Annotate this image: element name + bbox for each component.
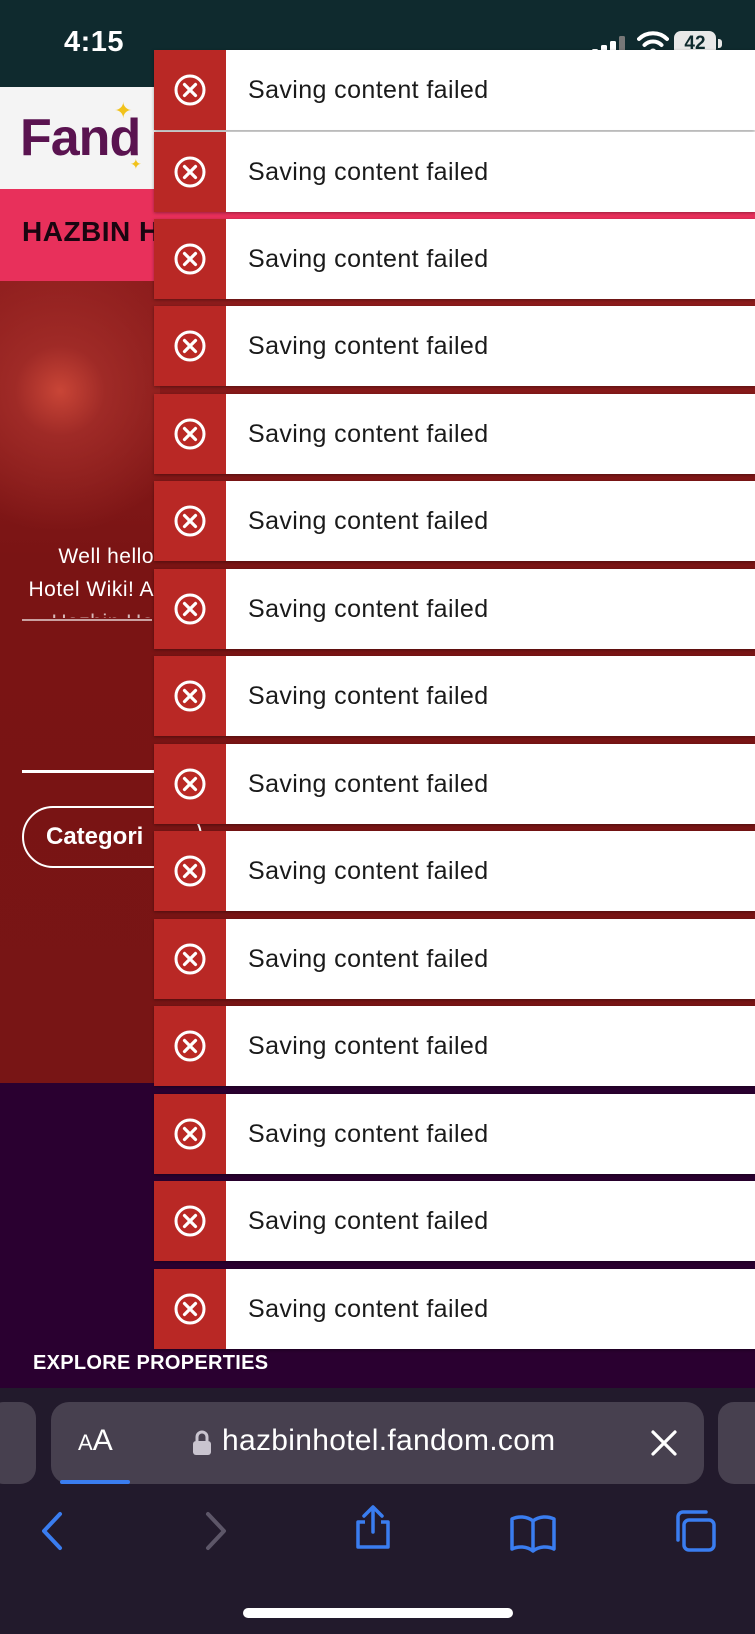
error-circle-x-icon (174, 330, 206, 362)
status-time: 4:15 (64, 26, 125, 58)
toast-icon-box (154, 1181, 226, 1261)
sparkle-icon: ✦ (130, 156, 142, 172)
reader-options-button[interactable]: AA (78, 1424, 113, 1458)
toast-message: Saving content failed (248, 1207, 489, 1235)
toast-message: Saving content failed (248, 420, 489, 448)
error-toast[interactable]: Saving content failed (154, 1006, 755, 1086)
toast-message: Saving content failed (248, 1032, 489, 1060)
wiki-title[interactable]: HAZBIN H (22, 216, 160, 248)
error-circle-x-icon (174, 1293, 206, 1325)
toast-icon-box (154, 831, 226, 911)
intro-line: Hotel Wiki! A (28, 578, 154, 601)
divider (22, 619, 152, 621)
share-icon[interactable] (350, 1504, 396, 1550)
toast-icon-box (154, 744, 226, 824)
sparkle-icon: ✦ (114, 98, 133, 123)
error-toast[interactable]: Saving content failed (154, 1269, 755, 1349)
intro-line: Well hello (58, 545, 154, 568)
toast-message: Saving content failed (248, 76, 489, 104)
toast-message: Saving content failed (248, 945, 489, 973)
explore-properties-heading: EXPLORE PROPERTIES (33, 1352, 269, 1374)
error-toast[interactable]: Saving content failed (154, 219, 755, 299)
toast-icon-box (154, 481, 226, 561)
wiki-intro: Well hello Hotel Wiki! A Hazbin Ho (24, 540, 154, 618)
back-chevron-icon[interactable] (30, 1508, 76, 1554)
bookmarks-icon[interactable] (510, 1510, 556, 1556)
error-circle-x-icon (174, 418, 206, 450)
toast-message: Saving content failed (248, 682, 489, 710)
home-indicator (243, 1608, 513, 1618)
error-toast[interactable]: Saving content failed (154, 394, 755, 474)
toast-message: Saving content failed (248, 245, 489, 273)
toast-message: Saving content failed (248, 332, 489, 360)
page-load-progress (60, 1480, 130, 1484)
error-circle-x-icon (174, 74, 206, 106)
toast-message: Saving content failed (248, 1295, 489, 1323)
error-toast[interactable]: Saving content failed (154, 656, 755, 736)
aa-small-label: A (78, 1430, 93, 1455)
intro-line: Hazbin Ho (24, 606, 154, 618)
toast-icon-box (154, 132, 226, 212)
error-toast[interactable]: Saving content failed (154, 50, 755, 130)
toast-icon-box (154, 569, 226, 649)
error-circle-x-icon (174, 680, 206, 712)
error-circle-x-icon (174, 505, 206, 537)
toast-icon-box (154, 656, 226, 736)
error-toast[interactable]: Saving content failed (154, 306, 755, 386)
lock-icon (193, 1430, 211, 1455)
error-circle-x-icon (174, 943, 206, 975)
tabs-icon[interactable] (672, 1508, 718, 1554)
error-toast[interactable]: Saving content failed (154, 744, 755, 824)
toast-icon-box (154, 394, 226, 474)
next-tab-preview[interactable] (718, 1402, 755, 1484)
forward-chevron-icon[interactable] (192, 1508, 238, 1554)
divider (22, 770, 157, 773)
error-toast[interactable]: Saving content failed (154, 1181, 755, 1261)
error-circle-x-icon (174, 1205, 206, 1237)
toast-icon-box (154, 1269, 226, 1349)
error-circle-x-icon (174, 156, 206, 188)
error-circle-x-icon (174, 1030, 206, 1062)
toast-message: Saving content failed (248, 507, 489, 535)
error-circle-x-icon (174, 768, 206, 800)
toast-icon-box (154, 919, 226, 999)
error-toast[interactable]: Saving content failed (154, 569, 755, 649)
previous-tab-preview[interactable] (0, 1402, 36, 1484)
hero-artwork (0, 281, 160, 531)
toast-message: Saving content failed (248, 857, 489, 885)
toast-icon-box (154, 306, 226, 386)
toast-icon-box (154, 1006, 226, 1086)
error-circle-x-icon (174, 593, 206, 625)
error-circle-x-icon (174, 1118, 206, 1150)
close-icon[interactable] (649, 1428, 679, 1458)
toast-icon-box (154, 1094, 226, 1174)
error-circle-x-icon (174, 855, 206, 887)
error-toast[interactable]: Saving content failed (154, 481, 755, 561)
error-toast[interactable]: Saving content failed (154, 831, 755, 911)
toast-icon-box (154, 50, 226, 130)
toast-message: Saving content failed (248, 1120, 489, 1148)
url-text[interactable]: hazbinhotel.fandom.com (222, 1424, 555, 1458)
toast-message: Saving content failed (248, 595, 489, 623)
error-toast[interactable]: Saving content failed (154, 132, 755, 212)
error-toast[interactable]: Saving content failed (154, 1094, 755, 1174)
aa-large-label: A (92, 1424, 113, 1457)
toast-icon-box (154, 219, 226, 299)
error-toast[interactable]: Saving content failed (154, 919, 755, 999)
error-circle-x-icon (174, 243, 206, 275)
toast-message: Saving content failed (248, 158, 489, 186)
toast-message: Saving content failed (248, 770, 489, 798)
